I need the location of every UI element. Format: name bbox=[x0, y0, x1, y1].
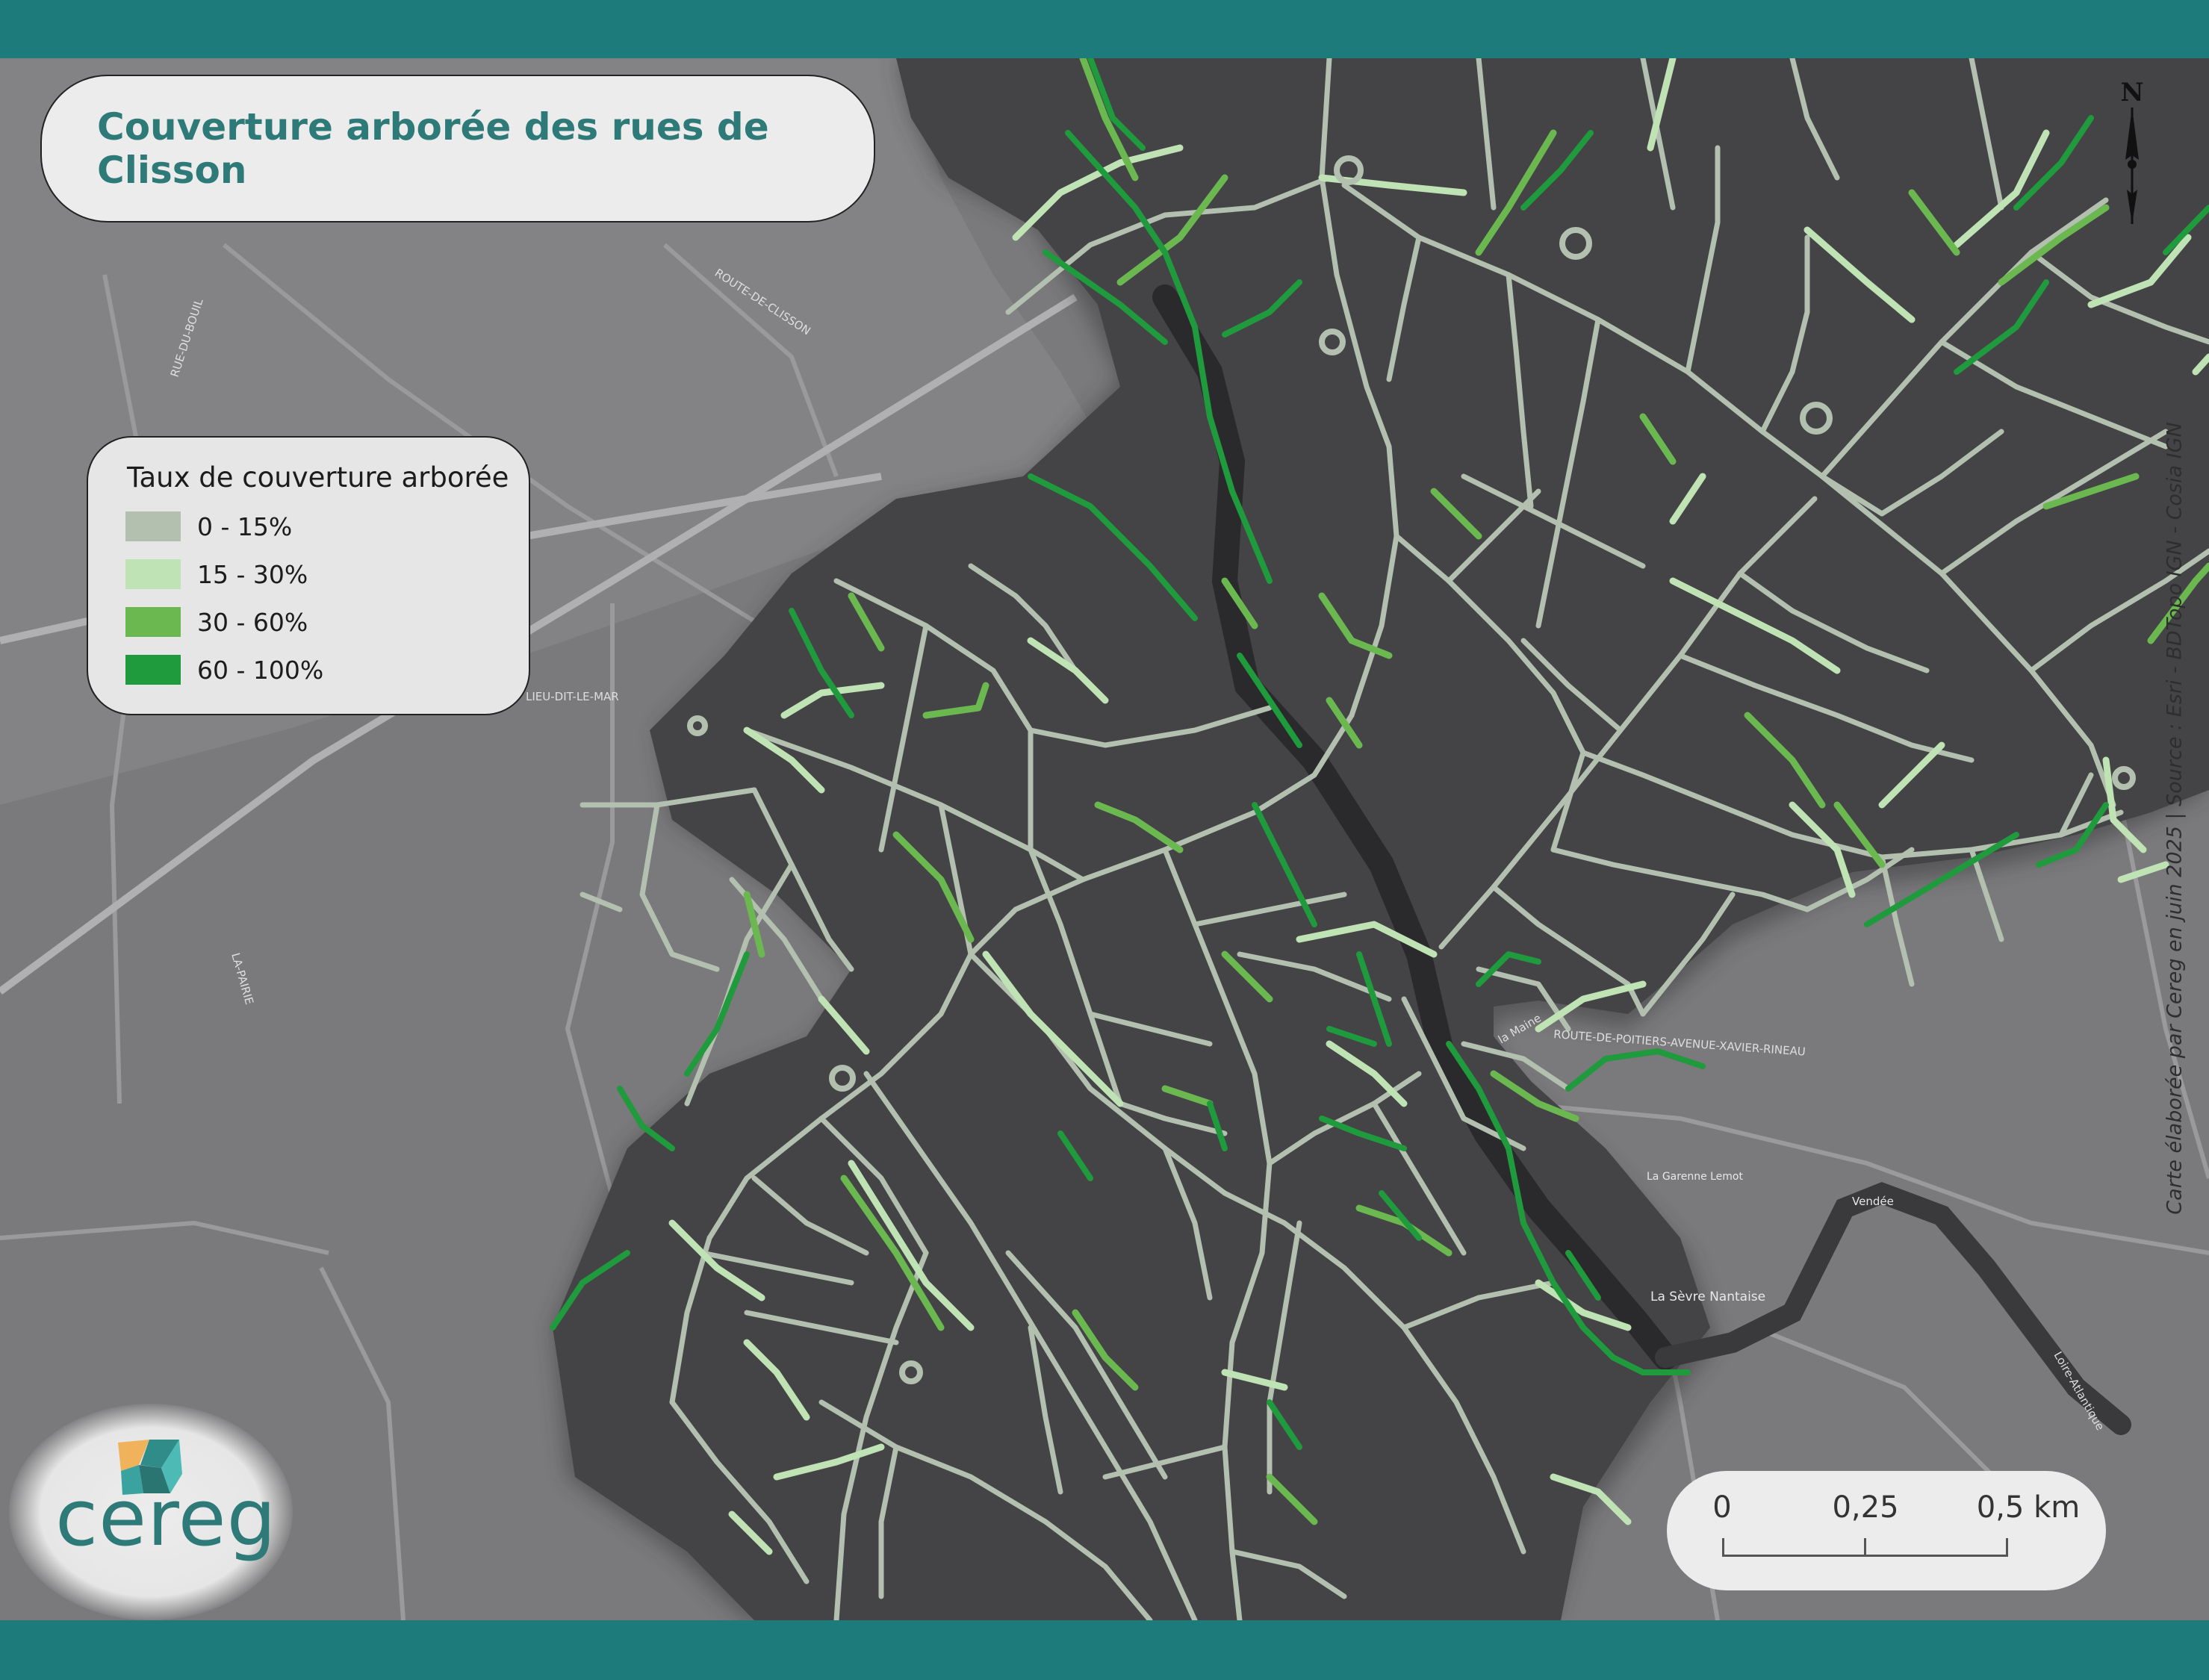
scale-label: 0,5 km bbox=[1976, 1490, 2081, 1525]
legend-swatch bbox=[125, 511, 181, 541]
scale-label: 0 bbox=[1712, 1490, 1732, 1525]
legend-swatch bbox=[125, 559, 181, 589]
scale-tick bbox=[2006, 1538, 2008, 1557]
top-band bbox=[0, 0, 2209, 58]
legend-item: 15 - 30% bbox=[125, 559, 308, 590]
legend-swatch bbox=[125, 607, 181, 637]
label-la-sevre-nantaise: La Sèvre Nantaise bbox=[1650, 1289, 1765, 1304]
legend-label: 60 - 100% bbox=[197, 655, 324, 685]
source-credit: Carte élaborée par Cereg en juin 2025 | … bbox=[2163, 422, 2187, 1215]
north-arrow-icon: N bbox=[2115, 78, 2149, 227]
legend-item: 60 - 100% bbox=[125, 654, 323, 685]
legend-title: Taux de couverture arborée bbox=[127, 461, 509, 494]
legend-swatch bbox=[125, 655, 181, 685]
title-box: Couverture arborée des rues de Clisson bbox=[40, 75, 875, 223]
scale-label: 0,25 bbox=[1832, 1490, 1899, 1525]
label-vendee: Vendée bbox=[1852, 1195, 1894, 1208]
label-lieu-dit-le-mar: LIEU-DIT-LE-MAR bbox=[526, 690, 619, 703]
legend-label: 0 - 15% bbox=[197, 511, 293, 541]
map-page: ROUTE-DE-CLISSON RUE-DU-BOUIL LIEU-DIT-L… bbox=[0, 0, 2209, 1680]
legend-label: 30 - 60% bbox=[197, 607, 308, 637]
logo-text: cereg bbox=[55, 1472, 277, 1564]
legend-label: 15 - 30% bbox=[197, 559, 308, 589]
map-title: Couverture arborée des rues de Clisson bbox=[97, 105, 769, 192]
map-canvas: ROUTE-DE-CLISSON RUE-DU-BOUIL LIEU-DIT-L… bbox=[0, 58, 2209, 1620]
scale-bar: 0 0,25 0,5 km bbox=[1667, 1471, 2106, 1590]
legend: Taux de couverture arborée 0 - 15% 15 - … bbox=[87, 436, 530, 715]
label-la-garenne-lemot: La Garenne Lemot bbox=[1647, 1171, 1743, 1183]
scale-tick bbox=[1864, 1538, 1866, 1557]
legend-item: 0 - 15% bbox=[125, 511, 292, 542]
bottom-band bbox=[0, 1620, 2209, 1680]
scale-tick bbox=[1722, 1538, 1724, 1557]
legend-item: 30 - 60% bbox=[125, 606, 308, 638]
